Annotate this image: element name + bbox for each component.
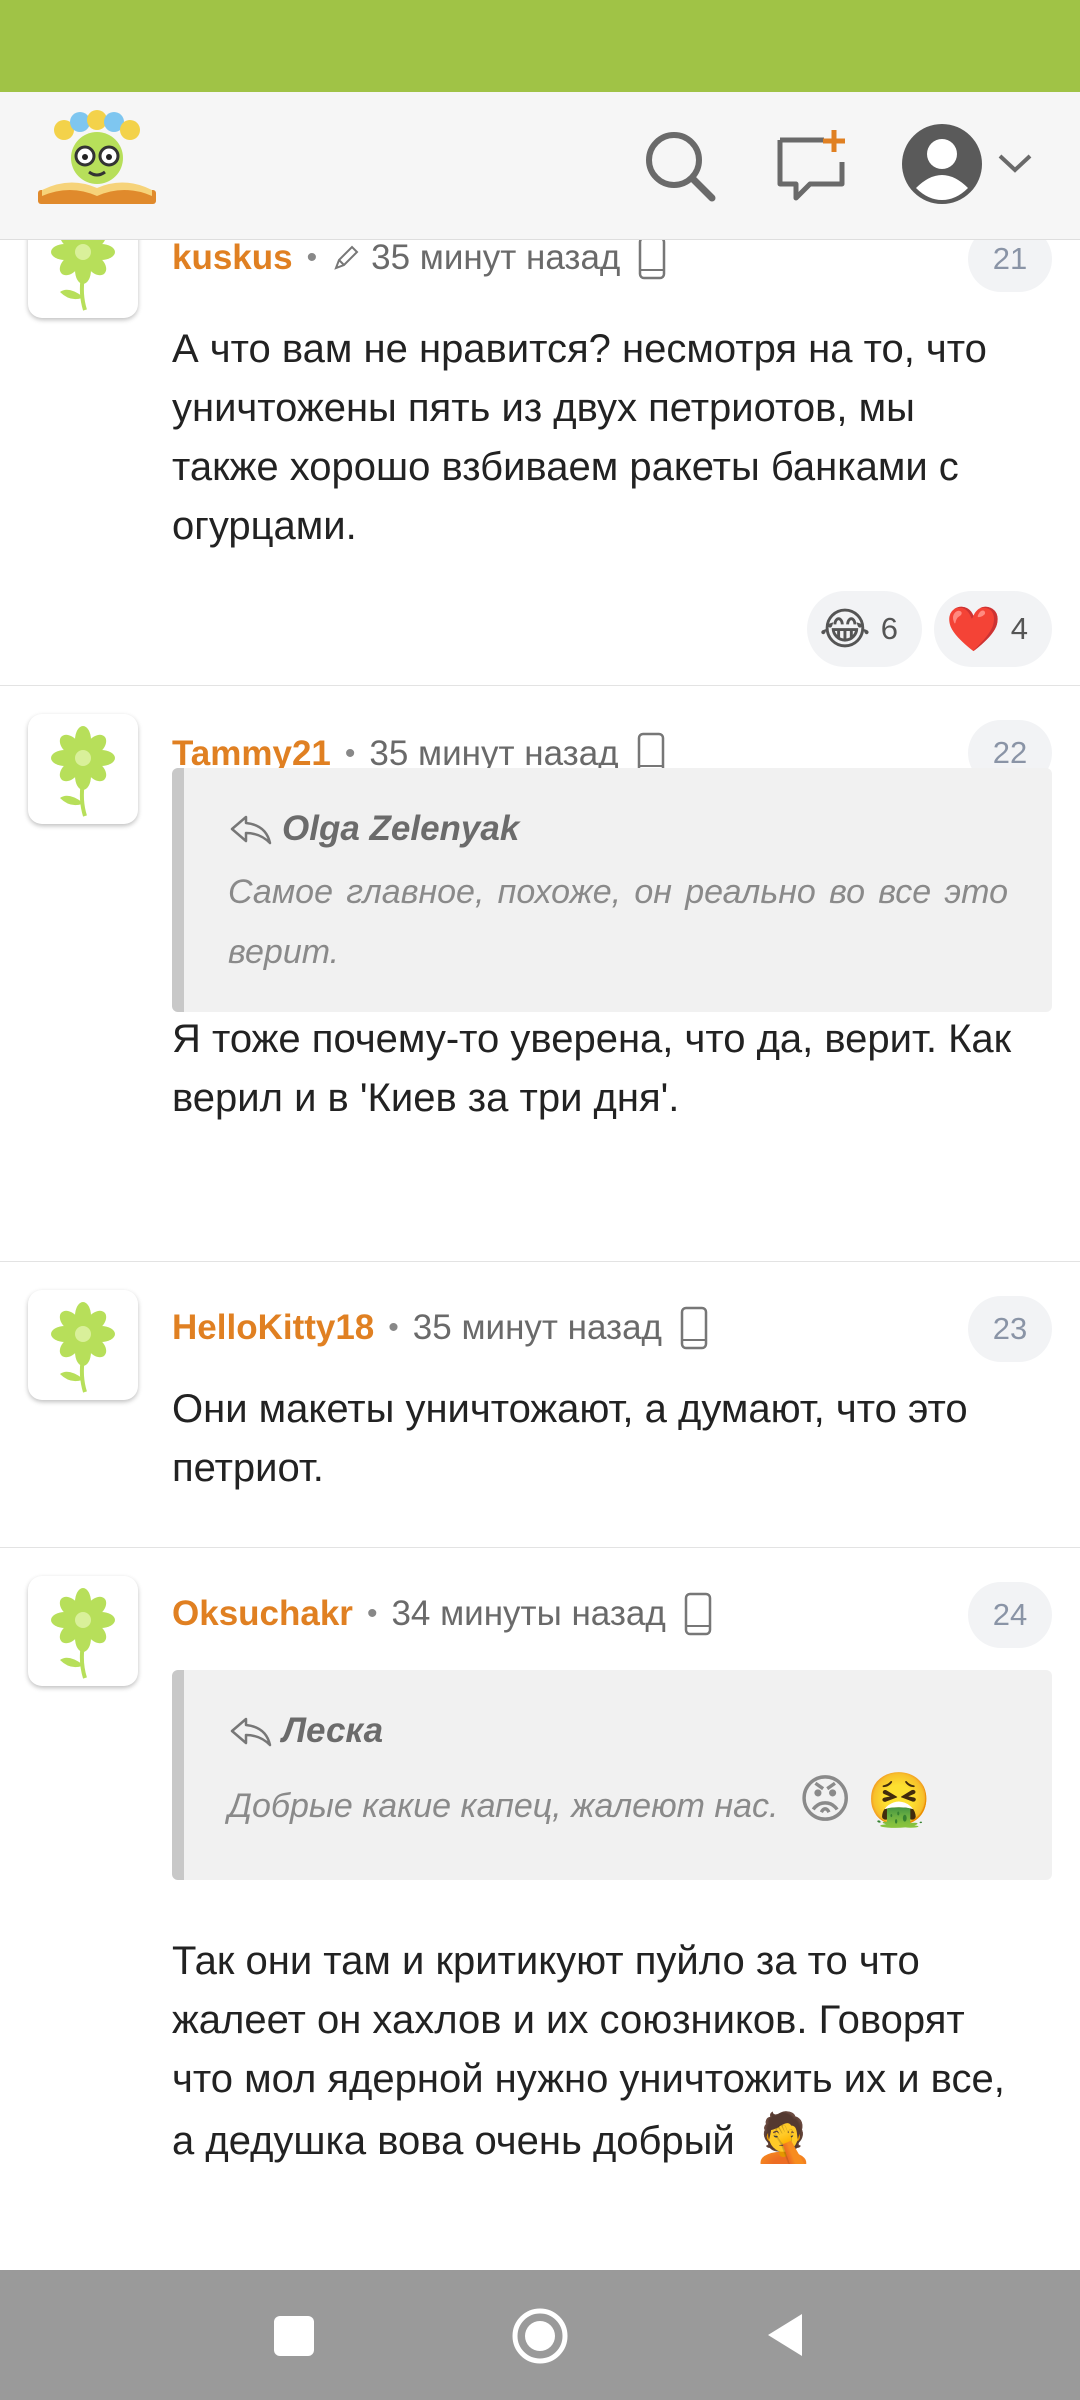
reaction-count: 6 (880, 611, 898, 646)
comment-text-block: Так они там и критикуют пуйло за то что … (172, 1932, 1032, 2171)
quote-header: Леска (228, 1706, 1008, 1756)
comment-text: Так они там и критикуют пуйло за то что … (172, 1939, 1005, 2163)
comment-author[interactable]: kuskus (172, 240, 293, 278)
commenter-avatar[interactable] (28, 240, 138, 318)
comment-time: 35 минут назад (412, 1308, 662, 1347)
quote-author: Olga Zelenyak (282, 809, 520, 848)
comment: Oksuchakr • 34 минуты назад 24 Леска Доб… (0, 1548, 1080, 2270)
reaction-heart[interactable]: ❤️ 4 (933, 591, 1052, 667)
comment-time: 34 минуты назад (391, 1594, 666, 1633)
laugh-emoji-icon: 😂 (819, 604, 871, 654)
phone-icon (639, 240, 666, 280)
angry-vomit-emoji-icon: 😡 🤮 (797, 1771, 932, 1829)
commenter-avatar[interactable] (28, 714, 138, 824)
flower-avatar-icon (51, 240, 115, 311)
pencil-icon (334, 245, 359, 270)
comment-author[interactable]: Oksuchakr (172, 1594, 353, 1634)
phone-icon (684, 1592, 712, 1636)
separator-dot: • (344, 737, 356, 770)
reaction-count: 4 (1010, 611, 1028, 646)
quote-author: Леска (282, 1711, 384, 1750)
comment-text: Я тоже почему-то уверена, что да, верит.… (172, 1017, 1012, 1120)
flower-avatar-icon (51, 1302, 115, 1393)
add-comment-icon[interactable] (772, 126, 852, 206)
quote-text: Добрые какие капец, жалеют нас. (228, 1787, 779, 1825)
site-logo[interactable] (34, 106, 160, 210)
quoted-comment[interactable]: Леска Добрые какие капец, жалеют нас. 😡 … (172, 1670, 1052, 1880)
flower-avatar-icon (51, 726, 115, 817)
quoted-comment[interactable]: Olga Zelenyak Самое главное, похоже, он … (172, 768, 1052, 1012)
chevron-down-icon (998, 154, 1032, 173)
square-icon[interactable] (272, 2314, 316, 2358)
comment: Tammy21 • 35 минут назад 22 Olga Zelenya… (0, 686, 1080, 1262)
separator-dot: • (366, 1597, 378, 1630)
comment-author[interactable]: HelloKitty18 (172, 1308, 374, 1348)
reactions: 😂 6 ❤️ 4 (807, 591, 1052, 667)
reply-arrow-icon (230, 1717, 272, 1747)
comment-number[interactable]: 21 (968, 240, 1052, 292)
heart-emoji-icon: ❤️ (945, 605, 1001, 654)
quote-text-line: Добрые какие капец, жалеют нас. 😡 🤮 (228, 1770, 1008, 1836)
status-bar (0, 0, 1080, 92)
quote-text: Самое главное, похоже, он реально во все… (228, 873, 1008, 971)
system-nav-bar (0, 2270, 1080, 2400)
quote-header: Olga Zelenyak (228, 804, 1008, 854)
user-avatar-icon (902, 124, 982, 204)
separator-dot: • (306, 241, 318, 274)
comment-meta: HelloKitty18 • 35 минут назад (172, 1304, 708, 1352)
separator-dot: • (388, 1311, 399, 1344)
triangle-back-icon[interactable] (762, 2310, 808, 2360)
comment-text: А что вам не нравится? несмотря на то, ч… (172, 327, 987, 548)
app-header (0, 92, 1080, 240)
commenter-avatar[interactable] (28, 1576, 138, 1686)
comment-number[interactable]: 23 (968, 1296, 1052, 1362)
comment: HelloKitty18 • 35 минут назад 23 Они мак… (0, 1262, 1080, 1548)
commenter-avatar[interactable] (28, 1290, 138, 1400)
comments-feed: kuskus • 35 минут назад 21 А что вам не … (0, 240, 1080, 2270)
comment-meta: Oksuchakr • 34 минуты назад (172, 1590, 712, 1638)
comment-time: 35 минут назад (371, 240, 621, 277)
phone-icon (680, 1306, 708, 1350)
comment-text: Они макеты уничтожают, а думают, что это… (172, 1387, 968, 1490)
profile-menu[interactable] (900, 122, 1040, 212)
flower-avatar-icon (51, 1588, 115, 1679)
comment: kuskus • 35 минут назад 21 А что вам не … (0, 240, 1080, 686)
circle-icon[interactable] (510, 2306, 570, 2366)
reply-arrow-icon (230, 815, 272, 845)
search-icon[interactable] (640, 126, 720, 206)
facepalm-emoji-icon: 🤦 (753, 2112, 814, 2165)
comment-number[interactable]: 24 (968, 1582, 1052, 1648)
comment-meta: kuskus • 35 минут назад (172, 240, 666, 282)
reaction-laugh[interactable]: 😂 6 (807, 591, 922, 667)
